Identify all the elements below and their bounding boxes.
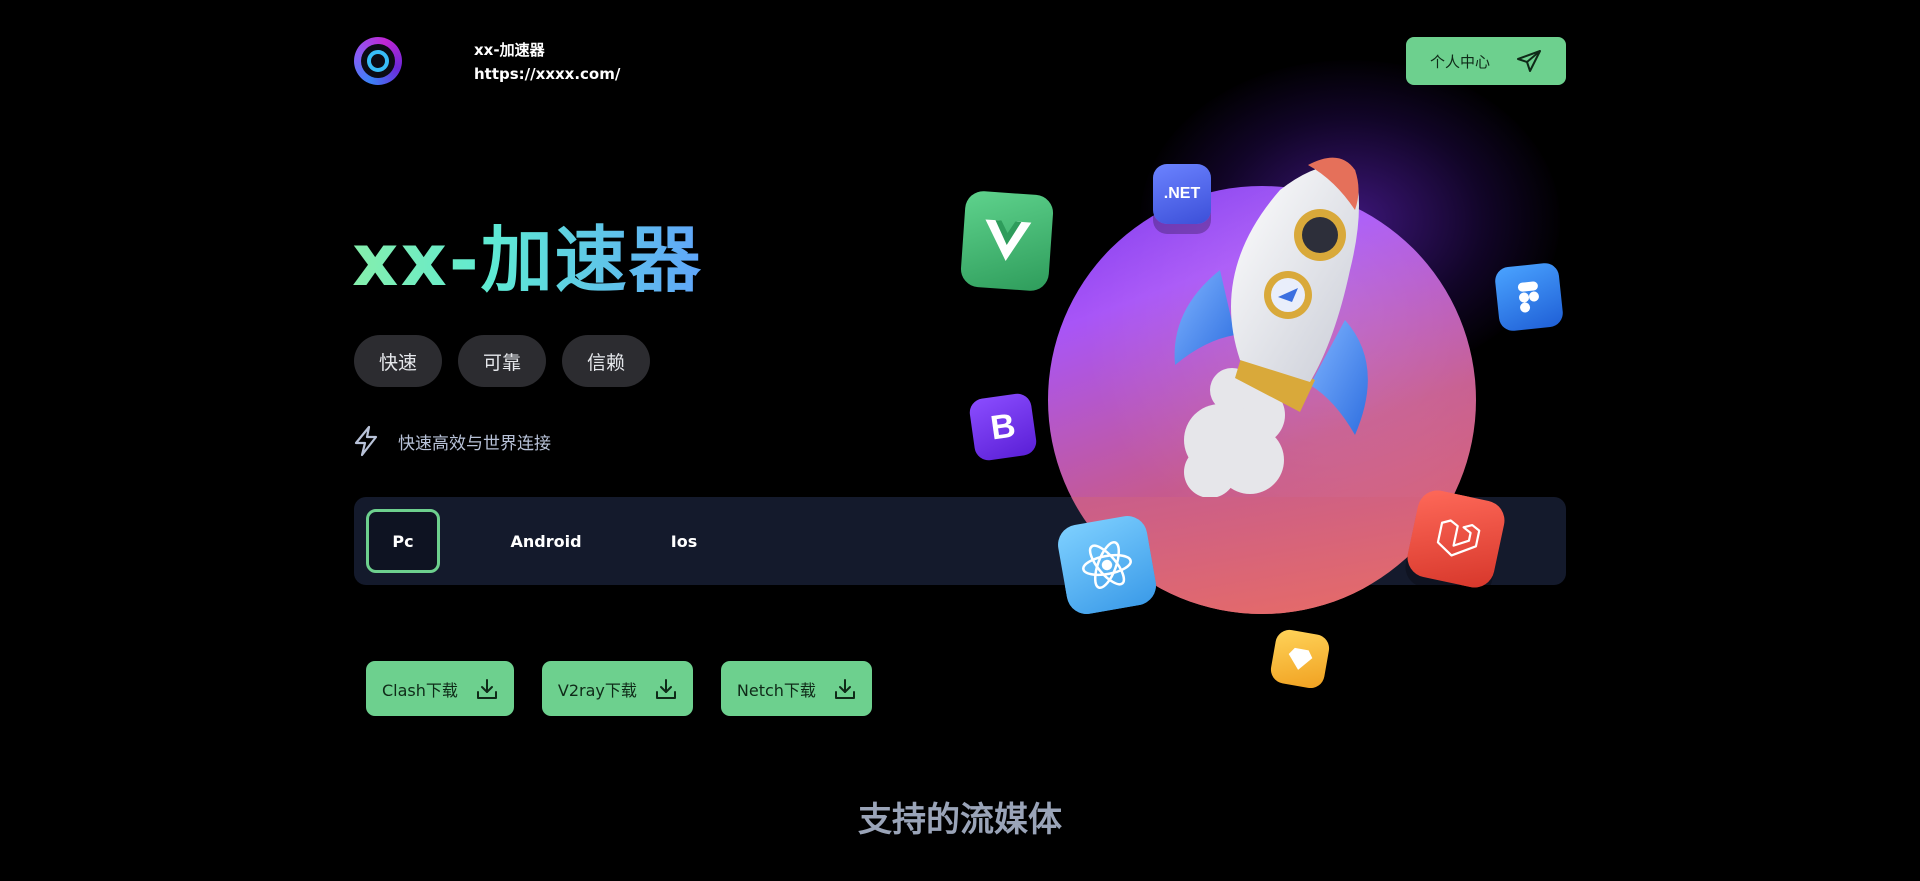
tag-fast: 快速 — [354, 335, 442, 387]
hero-title: xx-加速器 — [352, 215, 703, 305]
clash-download-button[interactable]: Clash下载 — [366, 661, 514, 716]
user-center-label: 个人中心 — [1430, 52, 1491, 71]
tag-trusted: 信赖 — [562, 335, 650, 387]
netch-download-button[interactable]: Netch下载 — [720, 661, 872, 716]
v2ray-download-button[interactable]: V2ray下载 — [541, 661, 693, 716]
clash-download-label: Clash下载 — [382, 680, 458, 700]
sketch-icon — [1268, 627, 1332, 691]
paper-plane-icon — [1517, 50, 1541, 72]
netch-download-label: Netch下载 — [736, 680, 816, 700]
site-info: xx-加速器 https://xxxx.com/ — [474, 38, 620, 86]
site-name: xx-加速器 — [474, 41, 545, 59]
tab-android[interactable]: Android — [496, 509, 596, 573]
bootstrap-icon: B — [967, 391, 1039, 463]
tab-ios[interactable]: Ios — [654, 509, 714, 573]
user-center-button[interactable]: 个人中心 — [1406, 37, 1566, 85]
figma-icon — [1493, 261, 1565, 333]
feature-tags: 快速 可靠 信赖 — [354, 335, 650, 387]
streaming-section-title: 支持的流媒体 — [858, 800, 1062, 840]
feature-line: 快速高效与世界连接 — [352, 425, 551, 457]
lightning-icon — [354, 425, 378, 457]
landing-page: .NET B xx-加速器 https://xxxx.com/ 个人中心 xx-… — [0, 0, 1920, 881]
site-url[interactable]: https://xxxx.com/ — [474, 62, 620, 86]
site-logo[interactable] — [354, 37, 402, 85]
react-icon-front — [1054, 512, 1160, 618]
tab-pc[interactable]: Pc — [366, 509, 440, 573]
vue-logo-icon — [959, 190, 1055, 292]
download-icon — [655, 678, 676, 699]
feature-text: 快速高效与世界连接 — [398, 433, 551, 454]
laravel-icon-front — [1403, 486, 1509, 592]
v2ray-download-label: V2ray下载 — [557, 680, 637, 700]
tag-reliable: 可靠 — [458, 335, 546, 387]
download-icon — [834, 678, 855, 699]
dotnet-icon: .NET — [1153, 164, 1211, 224]
download-buttons: Clash下载 V2ray下载 Netch下载 — [366, 661, 872, 716]
download-icon — [476, 678, 497, 699]
